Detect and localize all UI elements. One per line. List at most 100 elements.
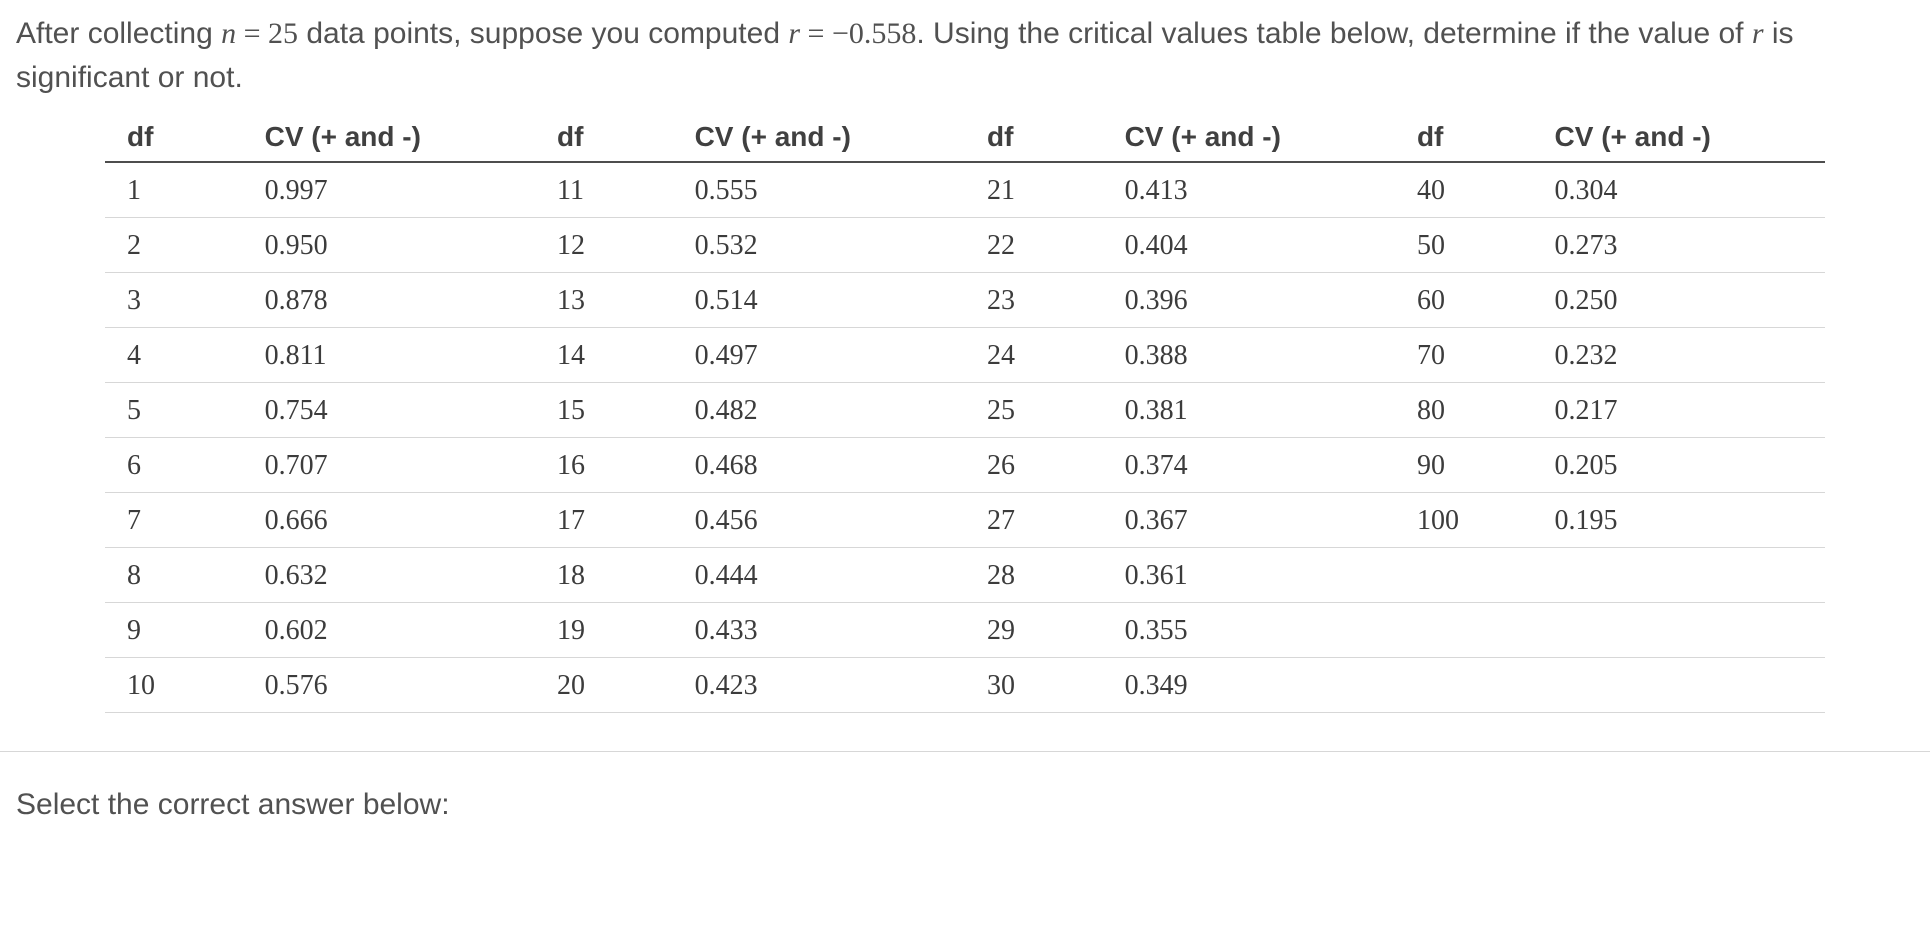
cell-cv xyxy=(1533,603,1825,658)
cell-df: 11 xyxy=(535,162,673,218)
cell-cv: 0.497 xyxy=(673,328,965,383)
cell-cv: 0.195 xyxy=(1533,493,1825,548)
cell-df: 25 xyxy=(965,383,1103,438)
question-part: data points, suppose you computed xyxy=(298,17,788,50)
cell-df: 14 xyxy=(535,328,673,383)
header-cv: CV (+ and -) xyxy=(673,109,965,162)
cell-df: 8 xyxy=(105,548,243,603)
divider xyxy=(0,751,1930,752)
cell-df: 30 xyxy=(965,658,1103,713)
cell-cv: 0.707 xyxy=(243,438,535,493)
value-n: 25 xyxy=(268,17,298,50)
cell-cv: 0.555 xyxy=(673,162,965,218)
cell-df: 60 xyxy=(1395,273,1533,328)
question-part: . Using the critical values table below,… xyxy=(916,17,1751,50)
cell-cv: 0.374 xyxy=(1103,438,1395,493)
cell-df: 13 xyxy=(535,273,673,328)
header-df: df xyxy=(535,109,673,162)
cell-df: 26 xyxy=(965,438,1103,493)
question-text: After collecting n = 25 data points, sup… xyxy=(16,12,1914,99)
table-row: 80.632180.444280.361 xyxy=(105,548,1825,603)
table-row: 30.878130.514230.396600.250 xyxy=(105,273,1825,328)
cell-cv: 0.367 xyxy=(1103,493,1395,548)
cell-df: 23 xyxy=(965,273,1103,328)
cell-cv: 0.576 xyxy=(243,658,535,713)
cell-df: 16 xyxy=(535,438,673,493)
table-row: 50.754150.482250.381800.217 xyxy=(105,383,1825,438)
cell-cv: 0.433 xyxy=(673,603,965,658)
header-df: df xyxy=(1395,109,1533,162)
cell-cv: 0.444 xyxy=(673,548,965,603)
cell-cv: 0.754 xyxy=(243,383,535,438)
cell-cv: 0.273 xyxy=(1533,218,1825,273)
cell-df: 70 xyxy=(1395,328,1533,383)
table-row: 20.950120.532220.404500.273 xyxy=(105,218,1825,273)
header-df: df xyxy=(105,109,243,162)
cell-df: 4 xyxy=(105,328,243,383)
cell-df: 19 xyxy=(535,603,673,658)
cell-df xyxy=(1395,548,1533,603)
cell-cv: 0.413 xyxy=(1103,162,1395,218)
cell-df: 29 xyxy=(965,603,1103,658)
select-answer-prompt: Select the correct answer below: xyxy=(16,788,1914,822)
cell-df xyxy=(1395,658,1533,713)
header-df: df xyxy=(965,109,1103,162)
cell-cv: 0.304 xyxy=(1533,162,1825,218)
table-row: 70.666170.456270.3671000.195 xyxy=(105,493,1825,548)
cell-df: 27 xyxy=(965,493,1103,548)
cell-cv: 0.602 xyxy=(243,603,535,658)
cell-cv: 0.878 xyxy=(243,273,535,328)
variable-n: n xyxy=(221,17,236,50)
cell-df: 17 xyxy=(535,493,673,548)
cell-cv: 0.232 xyxy=(1533,328,1825,383)
cell-df: 90 xyxy=(1395,438,1533,493)
cell-df: 6 xyxy=(105,438,243,493)
critical-values-table: df CV (+ and -) df CV (+ and -) df CV (+… xyxy=(105,109,1825,713)
cell-cv: 0.396 xyxy=(1103,273,1395,328)
cell-df: 15 xyxy=(535,383,673,438)
cell-cv: 0.811 xyxy=(243,328,535,383)
cell-cv: 0.514 xyxy=(673,273,965,328)
cell-df: 40 xyxy=(1395,162,1533,218)
cell-df xyxy=(1395,603,1533,658)
cell-cv xyxy=(1533,548,1825,603)
table-row: 40.811140.497240.388700.232 xyxy=(105,328,1825,383)
cell-cv: 0.349 xyxy=(1103,658,1395,713)
cell-cv: 0.355 xyxy=(1103,603,1395,658)
cell-cv: 0.205 xyxy=(1533,438,1825,493)
cell-cv: 0.423 xyxy=(673,658,965,713)
cell-df: 5 xyxy=(105,383,243,438)
cell-df: 21 xyxy=(965,162,1103,218)
equals: = xyxy=(236,17,268,50)
cell-df: 18 xyxy=(535,548,673,603)
table-row: 60.707160.468260.374900.205 xyxy=(105,438,1825,493)
cell-df: 28 xyxy=(965,548,1103,603)
cell-df: 24 xyxy=(965,328,1103,383)
variable-r: r xyxy=(788,17,800,50)
table-header-row: df CV (+ and -) df CV (+ and -) df CV (+… xyxy=(105,109,1825,162)
header-cv: CV (+ and -) xyxy=(1533,109,1825,162)
question-part: After collecting xyxy=(16,17,221,50)
cell-cv: 0.632 xyxy=(243,548,535,603)
cell-cv xyxy=(1533,658,1825,713)
cell-cv: 0.950 xyxy=(243,218,535,273)
variable-r: r xyxy=(1752,17,1764,50)
header-cv: CV (+ and -) xyxy=(1103,109,1395,162)
cell-df: 100 xyxy=(1395,493,1533,548)
table-row: 10.997110.555210.413400.304 xyxy=(105,162,1825,218)
cell-cv: 0.404 xyxy=(1103,218,1395,273)
cell-cv: 0.250 xyxy=(1533,273,1825,328)
cell-df: 80 xyxy=(1395,383,1533,438)
table-row: 100.576200.423300.349 xyxy=(105,658,1825,713)
cell-df: 7 xyxy=(105,493,243,548)
cell-df: 3 xyxy=(105,273,243,328)
cell-cv: 0.388 xyxy=(1103,328,1395,383)
cell-cv: 0.482 xyxy=(673,383,965,438)
cell-df: 9 xyxy=(105,603,243,658)
cell-cv: 0.468 xyxy=(673,438,965,493)
cell-df: 20 xyxy=(535,658,673,713)
table-row: 90.602190.433290.355 xyxy=(105,603,1825,658)
cell-df: 50 xyxy=(1395,218,1533,273)
cell-cv: 0.456 xyxy=(673,493,965,548)
header-cv: CV (+ and -) xyxy=(243,109,535,162)
